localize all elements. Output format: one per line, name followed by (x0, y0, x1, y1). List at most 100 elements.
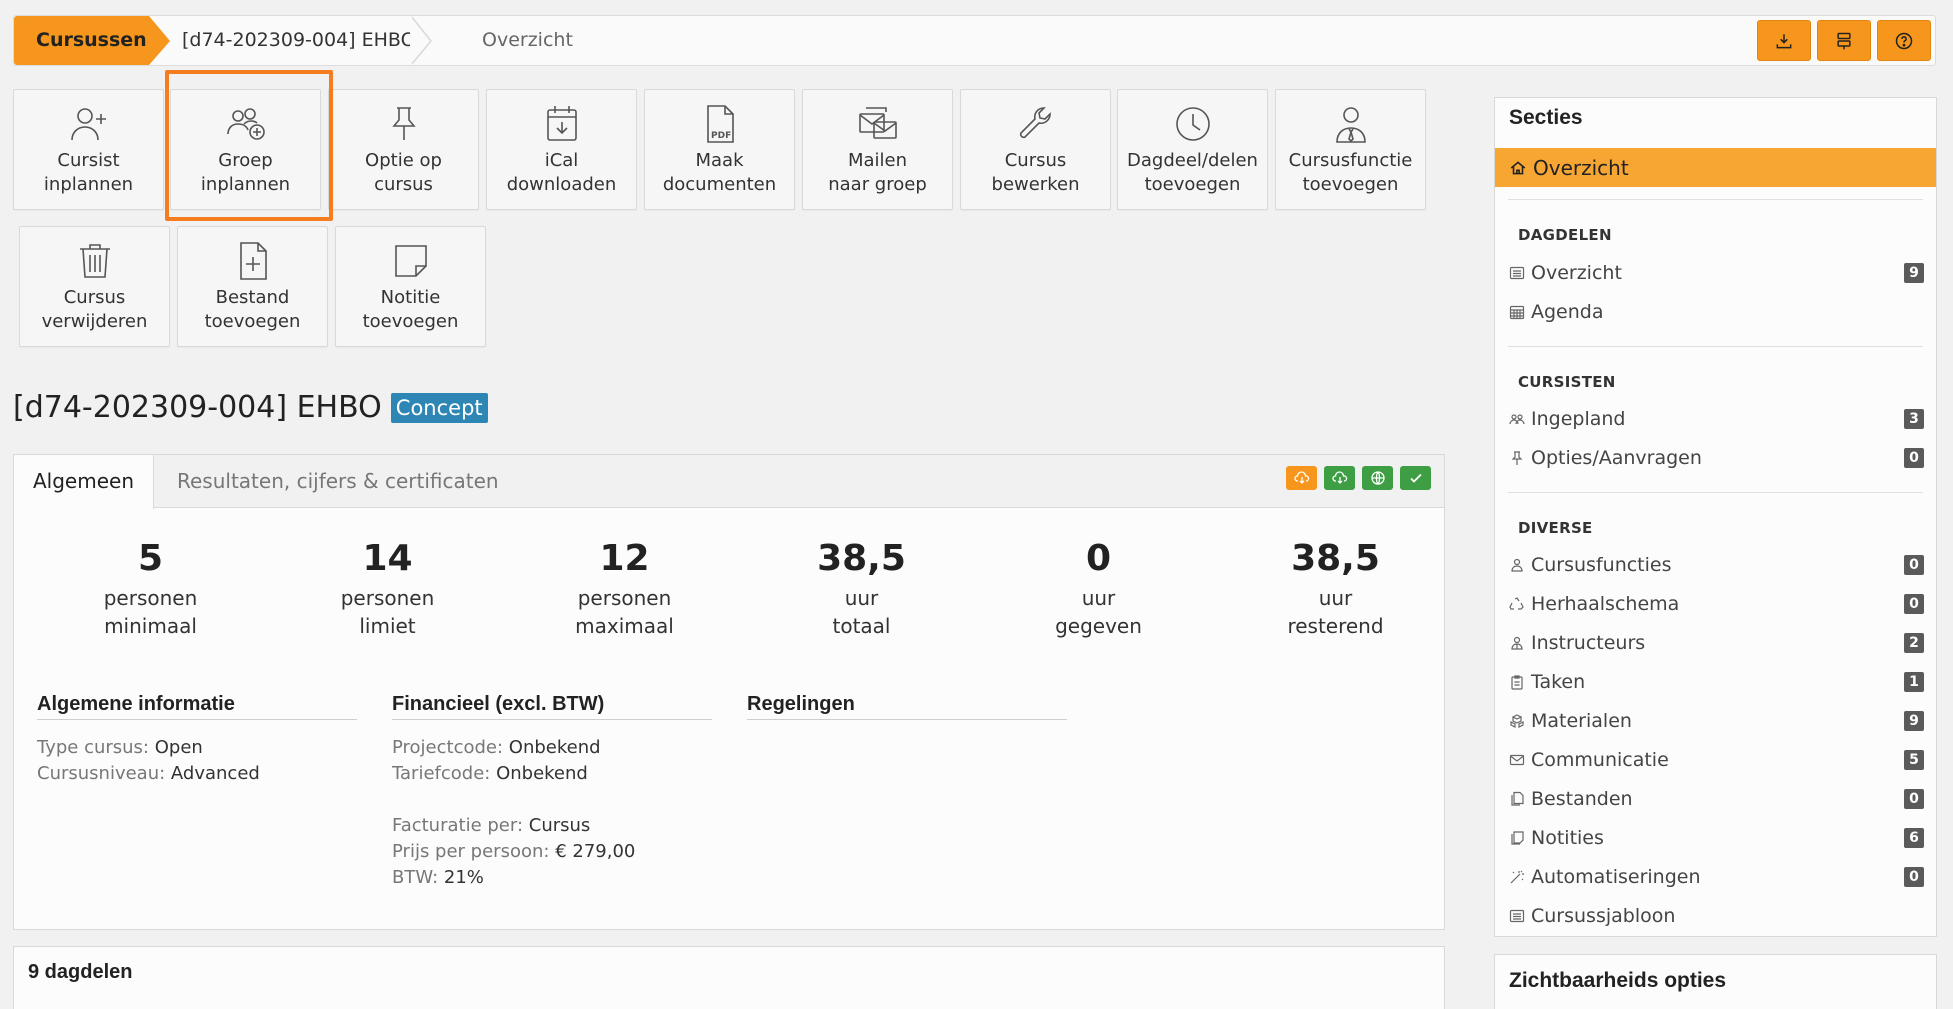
tile-label: Cursist inplannen (43, 150, 134, 195)
info-key: Type cursus: (37, 737, 149, 758)
stat-caption: personen limiet (340, 586, 435, 638)
globe-button[interactable] (1362, 466, 1393, 490)
sidebar-item-cursusfuncties[interactable]: Cursusfuncties 0 (1509, 550, 1924, 580)
sidebar-item-materialen[interactable]: Materialen 9 (1509, 706, 1924, 736)
info-value: Onbekend (508, 737, 601, 758)
info-value: Open (154, 737, 203, 758)
sidebar-item-dagdelen-overzicht[interactable]: Overzicht 9 (1509, 258, 1924, 288)
info-value: Advanced (170, 763, 260, 784)
check-button[interactable] (1400, 466, 1431, 490)
tile-optie-op-cursus[interactable]: Optie op cursus (328, 89, 479, 210)
breadcrumb-current: Overzicht (482, 29, 573, 51)
notes-icon (1511, 831, 1524, 845)
pin-icon (1511, 451, 1523, 465)
tile-label: Bestand toevoegen (204, 287, 301, 332)
count-badge: 5 (1904, 750, 1924, 770)
count-badge: 3 (1904, 409, 1924, 429)
divider (1508, 199, 1923, 200)
sidebar-item-overzicht-active[interactable]: Overzicht (1495, 148, 1936, 187)
sidebar-item-label: Agenda (1531, 301, 1604, 323)
stat-caption: uur totaal (832, 586, 891, 638)
count-badge: 1 (1904, 672, 1924, 692)
tile-cursus-bewerken[interactable]: Cursus bewerken (960, 89, 1111, 210)
info-value: Onbekend (496, 763, 588, 784)
breadcrumb-cursussen[interactable]: Cursussen (14, 16, 170, 65)
check-icon (1409, 473, 1422, 483)
info-value: Cursus (528, 815, 591, 836)
count-badge: 0 (1904, 789, 1924, 809)
tile-label: iCal downloaden (506, 150, 617, 195)
sidebar-item-automatiseringen[interactable]: Automatiseringen 0 (1509, 862, 1924, 892)
count-badge: 2 (1904, 633, 1924, 653)
tile-mailen-naar-groep[interactable]: Mailen naar groep (802, 89, 953, 210)
tile-label: Optie op cursus (365, 150, 442, 195)
info-general-heading: Algemene informatie (37, 691, 357, 720)
info-key: Projectcode: (392, 737, 504, 758)
stat-caption: personen minimaal (103, 586, 198, 638)
user-plus-icon (70, 108, 106, 141)
section-cursisten: CURSISTEN (1518, 373, 1616, 391)
sections-sidebar: Secties Overzicht DAGDELEN Overzicht 9 A… (1494, 97, 1937, 937)
tab-algemeen[interactable]: Algemeen (14, 455, 154, 509)
download-button[interactable] (1757, 20, 1811, 61)
sidebar-item-communicatie[interactable]: Communicatie 5 (1509, 745, 1924, 775)
dagdelen-heading: 9 dagdelen (28, 961, 133, 983)
sidebar-item-notities[interactable]: Notities 6 (1509, 823, 1924, 853)
tile-maak-documenten[interactable]: PDF Maak documenten (644, 89, 795, 210)
breadcrumb-separator-inner (410, 16, 430, 65)
sidebar-item-cursussjabloon[interactable]: Cursussjabloon (1509, 901, 1924, 931)
stat-limiet: 14 personen limiet (269, 540, 506, 640)
group-plus-icon (226, 108, 265, 140)
tile-bestand-toevoegen[interactable]: Bestand toevoegen (177, 226, 328, 347)
sidebar-item-opties[interactable]: Opties/Aanvragen 0 (1509, 443, 1924, 473)
sidebar-item-label: Overzicht (1531, 262, 1622, 284)
tile-cursus-verwijderen[interactable]: Cursus verwijderen (19, 226, 170, 347)
tile-dagdeel-toevoegen[interactable]: Dagdeel/delen toevoegen (1117, 89, 1268, 210)
sidebar-item-taken[interactable]: Taken 1 (1509, 667, 1924, 697)
help-button[interactable] (1877, 20, 1931, 61)
layout-icon (1837, 32, 1851, 49)
stat-value: 5 (137, 538, 164, 579)
stat-value: 14 (362, 538, 413, 579)
layout-button[interactable] (1817, 20, 1871, 61)
sidebar-item-instructeurs[interactable]: Instructeurs 2 (1509, 628, 1924, 658)
count-badge: 9 (1904, 263, 1924, 283)
stat-minimaal: 5 personen minimaal (32, 540, 269, 640)
stat-value: 12 (599, 538, 650, 579)
tile-cursist-inplannen[interactable]: Cursist inplannen (13, 89, 164, 210)
top-actions (1757, 20, 1931, 61)
calendar-icon (1509, 305, 1525, 320)
sidebar-item-bestanden[interactable]: Bestanden 0 (1509, 784, 1924, 814)
section-diverse: DIVERSE (1518, 519, 1593, 537)
stat-resterend: 38,5 uur resterend (1217, 540, 1454, 640)
info-key: Facturatie per: (392, 815, 524, 836)
stat-value: 38,5 (817, 538, 906, 579)
stat-caption: uur gegeven (1055, 586, 1142, 638)
sidebar-item-ingepland[interactable]: Ingepland 3 (1509, 404, 1924, 434)
cloud-download-icon (1293, 471, 1309, 484)
sidebar-item-label: Instructeurs (1531, 632, 1646, 654)
sidebar-item-agenda[interactable]: Agenda (1509, 297, 1924, 327)
sidebar-item-label: Ingepland (1531, 408, 1626, 430)
cloud-download-green-button[interactable] (1324, 466, 1355, 490)
breadcrumb-course[interactable]: [d74-202309-004] EHBO (182, 16, 416, 65)
divider (1508, 492, 1923, 493)
clipboard-icon (1511, 675, 1523, 690)
sidebar-item-herhaalschema[interactable]: Herhaalschema 0 (1509, 589, 1924, 619)
tab-resultaten[interactable]: Resultaten, cijfers & certificaten (177, 455, 499, 508)
help-icon (1895, 32, 1913, 49)
cloud-download-icon (1331, 471, 1347, 484)
info-key: Prijs per persoon: (392, 841, 550, 862)
pdf-icon: PDF (706, 105, 734, 143)
envelope-icon (1509, 754, 1525, 766)
tile-label: Maak documenten (662, 150, 777, 195)
cloud-download-orange-button[interactable] (1286, 466, 1317, 490)
count-badge: 0 (1904, 867, 1924, 887)
tile-groep-inplannen[interactable]: Groep inplannen (170, 89, 321, 210)
tile-notitie-toevoegen[interactable]: Notitie toevoegen (335, 226, 486, 347)
tile-ical-downloaden[interactable]: iCal downloaden (486, 89, 637, 210)
pin-icon (391, 107, 416, 140)
sidebar-item-label: Cursussjabloon (1531, 905, 1676, 927)
tile-cursusfunctie-toevoegen[interactable]: Cursusfunctie toevoegen (1275, 89, 1426, 210)
stat-value: 0 (1085, 538, 1112, 579)
